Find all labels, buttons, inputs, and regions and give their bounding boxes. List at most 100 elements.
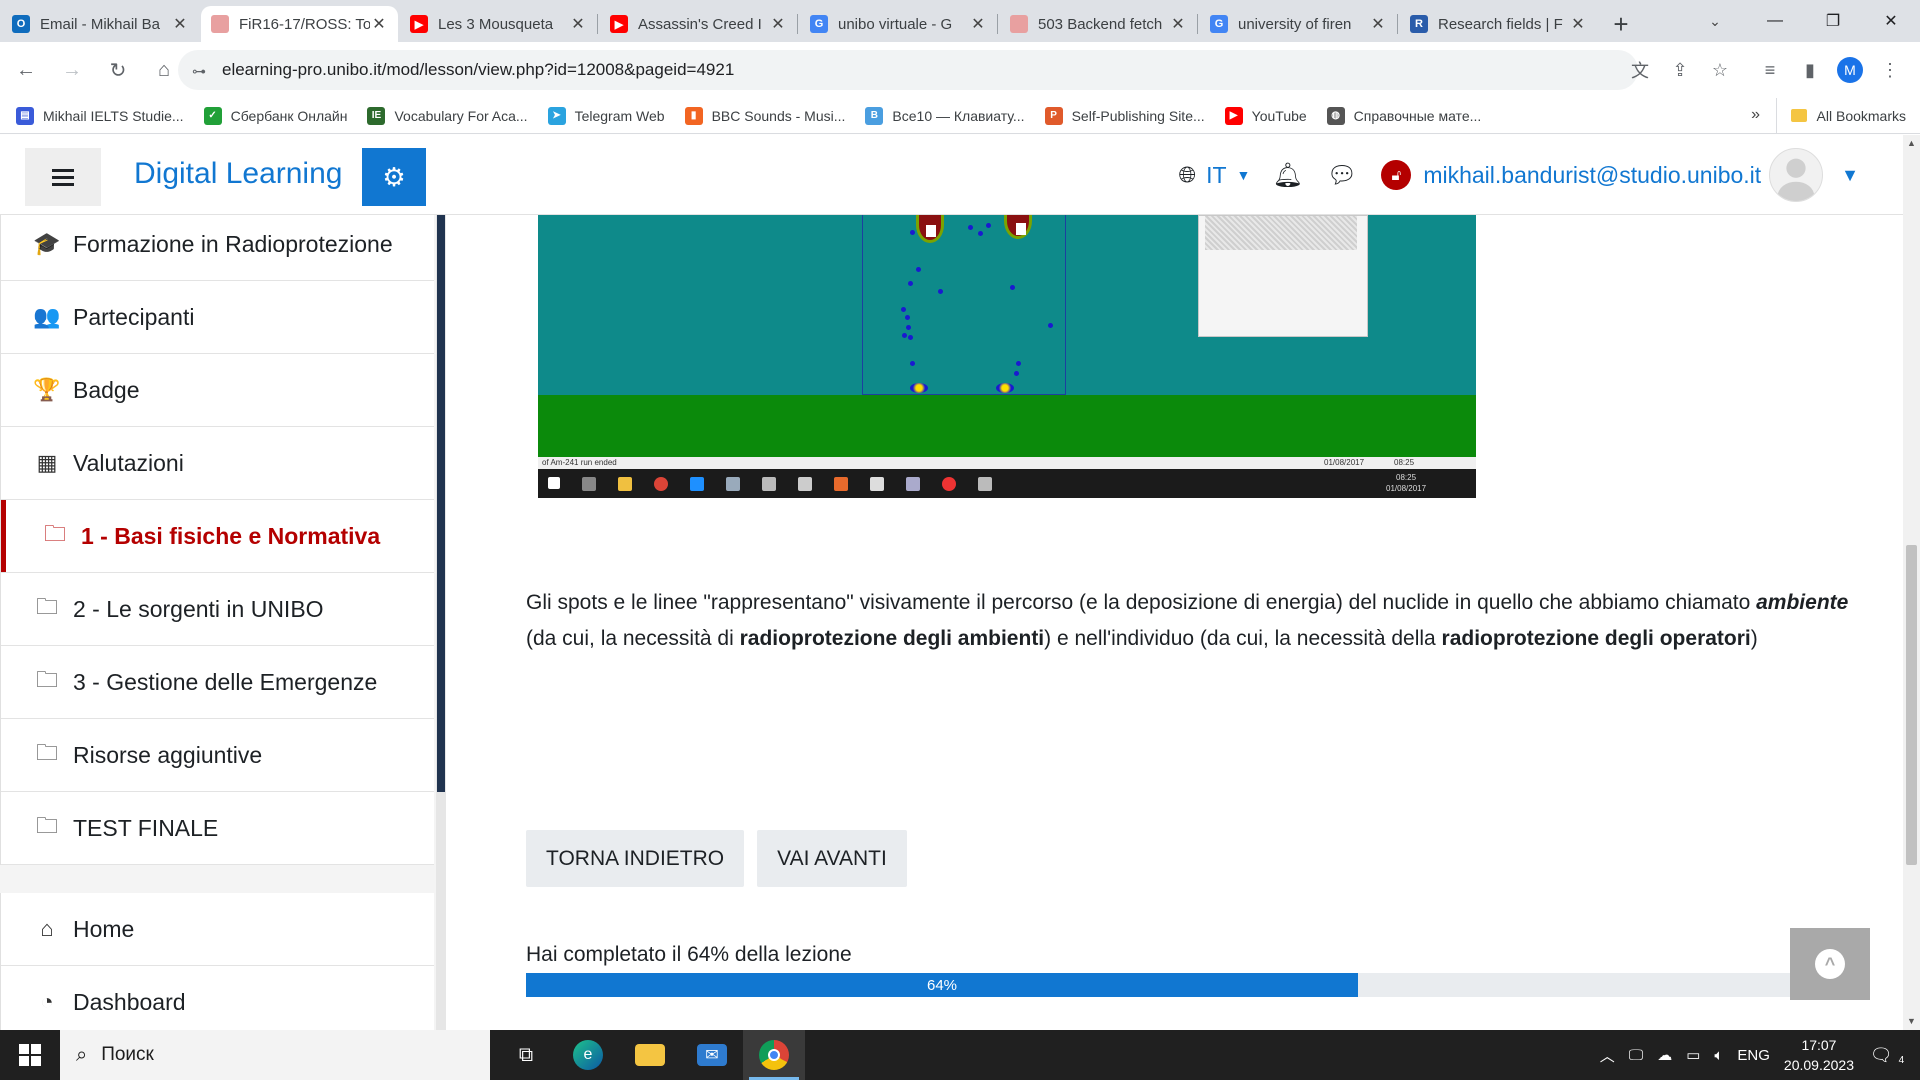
side-panel-icon[interactable]: ▮ <box>1790 50 1830 90</box>
messages-icon[interactable]: 💬︎ <box>1327 161 1357 190</box>
browser-menu-icon[interactable]: ⋮ <box>1870 50 1910 90</box>
address-bar[interactable]: ⊶ elearning-pro.unibo.it/mod/lesson/view… <box>178 50 1638 90</box>
sidebar-item[interactable]: 🗀 1 - Basi fisiche e Normativa <box>1 500 434 573</box>
taskbar-chrome[interactable] <box>743 1030 805 1080</box>
progress-fill: 64% <box>526 973 1358 997</box>
scroll-down-icon[interactable]: ▼ <box>1903 1013 1920 1030</box>
sidebar-item[interactable]: 🎓 Formazione in Radioprotezione <box>1 215 434 281</box>
close-tab-icon[interactable]: ✕ <box>370 14 388 34</box>
network-icon[interactable]: 🖵︎ <box>1629 1047 1643 1064</box>
close-window-button[interactable]: ✕ <box>1862 0 1920 42</box>
reload-icon[interactable]: ↻ <box>98 50 138 90</box>
page-scroll-thumb[interactable] <box>1906 545 1917 865</box>
browser-tab[interactable]: Gunibo virtuale - G ✕ <box>800 6 997 42</box>
bookmark-label: Сбербанк Онлайн <box>230 107 348 124</box>
next-button[interactable]: VAI AVANTI <box>757 830 907 887</box>
input-language[interactable]: ENG <box>1737 1047 1770 1064</box>
close-tab-icon[interactable]: ✕ <box>969 14 987 34</box>
site-info-icon[interactable]: ⊶ <box>192 63 206 79</box>
all-bookmarks-button[interactable]: All Bookmarks <box>1775 98 1906 133</box>
language-menu[interactable]: 🌐︎ IT ▼ <box>1178 162 1250 189</box>
browser-tab[interactable]: O Email - Mikhail Ba ✕ <box>2 6 199 42</box>
avatar[interactable] <box>1769 148 1824 202</box>
bookmark-label: Все10 — Клавиату... <box>892 107 1025 124</box>
task-view-icon: ⧉ <box>518 1043 534 1066</box>
url-text[interactable]: elearning-pro.unibo.it/mod/lesson/view.p… <box>222 60 734 80</box>
taskbar-search[interactable]: ⌕ Поиск <box>60 1030 490 1080</box>
edge-icon: e <box>573 1040 603 1070</box>
bookmark-item[interactable]: ➤ Telegram Web <box>547 106 665 125</box>
volume-icon[interactable]: 🔈︎ <box>1714 1047 1723 1064</box>
sidebar-scroll-thumb[interactable] <box>437 215 445 792</box>
bell-icon[interactable]: 🔔︎ <box>1272 161 1302 190</box>
drawer-toggle-button[interactable] <box>25 148 101 206</box>
close-tab-icon[interactable]: ✕ <box>1169 14 1187 34</box>
bookmark-item[interactable]: ▶ YouTube <box>1224 106 1307 125</box>
taskbar-clock[interactable]: 17:07 20.09.2023 <box>1784 1035 1854 1075</box>
minimize-button[interactable]: — <box>1746 0 1804 42</box>
reading-list-icon[interactable]: ≡ <box>1750 50 1790 90</box>
bookmark-item[interactable]: P Self-Publishing Site... <box>1044 106 1205 125</box>
browser-tab[interactable]: ▶ Assassin's Creed I ✕ <box>600 6 797 42</box>
browser-tab[interactable]: Guniversity of firen ✕ <box>1200 6 1397 42</box>
back-to-top-button[interactable]: ^ <box>1790 928 1870 1000</box>
settings-cog-button[interactable]: ⚙ <box>362 148 426 206</box>
scroll-up-icon[interactable]: ▲ <box>1903 135 1920 152</box>
browser-tab[interactable]: R Research fields | F ✕ <box>1400 6 1597 42</box>
share-icon[interactable]: ⇪ <box>1660 50 1700 90</box>
trophy-icon: 🏆 <box>33 377 61 402</box>
taskbar-search-placeholder: Поиск <box>101 1044 154 1065</box>
sidebar-item[interactable]: ◔ Dashboard <box>1 966 434 1030</box>
sidebar-item[interactable]: 👥 Partecipanti <box>1 281 434 354</box>
user-email[interactable]: mikhail.bandurist@studio.unibo.it <box>1423 162 1761 189</box>
sidebar-item[interactable]: 🏆 Badge <box>1 354 434 427</box>
sidebar-item[interactable]: 🗀 Risorse aggiuntive <box>1 719 434 792</box>
close-tab-icon[interactable]: ✕ <box>1369 14 1387 34</box>
sidebar-item[interactable]: 🗀 TEST FINALE <box>1 792 434 865</box>
task-view-button[interactable]: ⧉ <box>495 1030 557 1080</box>
sidebar-item[interactable]: ⌂ Home <box>1 893 434 966</box>
taskbar-edge[interactable]: e <box>557 1030 619 1080</box>
sidebar-scrollbar[interactable] <box>436 215 446 1030</box>
notification-center-button[interactable]: 🗨︎ 4 <box>1870 1040 1912 1070</box>
sidebar-item[interactable]: ▦ Valutazioni <box>1 427 434 500</box>
maximize-button[interactable]: ❐ <box>1804 0 1862 42</box>
close-tab-icon[interactable]: ✕ <box>1569 14 1587 34</box>
tray-chevron-icon[interactable]: ︿ <box>1600 1045 1615 1066</box>
new-tab-button[interactable]: + <box>1603 6 1639 42</box>
site-name[interactable]: Digital Learning <box>134 157 342 191</box>
bookmarks-overflow-icon[interactable]: » <box>1751 106 1760 124</box>
taskbar-mail[interactable]: ✉ <box>681 1030 743 1080</box>
forward-arrow-icon[interactable]: → <box>52 50 92 90</box>
browser-tab[interactable]: FiR16-17/ROSS: To ✕ <box>201 6 398 42</box>
start-button[interactable] <box>0 1030 60 1080</box>
bookmark-item[interactable]: ▮ BBC Sounds - Musi... <box>684 106 845 125</box>
translate-icon[interactable]: 文 <box>1620 50 1660 90</box>
bookmark-item[interactable]: IE Vocabulary For Aca... <box>367 106 528 125</box>
close-tab-icon[interactable]: ✕ <box>769 14 787 34</box>
taskbar-explorer[interactable] <box>619 1030 681 1080</box>
close-tab-icon[interactable]: ✕ <box>171 14 189 34</box>
tab-search-icon[interactable]: ⌄ <box>1700 8 1730 34</box>
bookmark-item[interactable]: ◍ Справочные мате... <box>1326 106 1481 125</box>
profile-avatar[interactable]: M <box>1837 57 1863 83</box>
bookmark-item[interactable]: ✓ Сбербанк Онлайн <box>203 106 348 125</box>
bookmark-item[interactable]: ▤ Mikhail IELTS Studie... <box>16 106 184 125</box>
browser-tab-strip: O Email - Mikhail Ba ✕ FiR16-17/ROSS: To ✕ ▶ L… <box>0 0 1920 42</box>
back-button[interactable]: TORNA INDIETRO <box>526 830 745 887</box>
onedrive-icon[interactable]: ☁︎ <box>1657 1046 1672 1064</box>
user-menu-caret-icon[interactable]: ▼ <box>1841 165 1859 186</box>
browser-tab[interactable]: 503 Backend fetch ✕ <box>1000 6 1197 42</box>
sidebar-item-label: Formazione in Radioprotezione <box>73 230 393 257</box>
nav-drawer: 🎓 Formazione in Radioprotezione 👥 Partecipa… <box>0 215 446 1030</box>
bookmark-star-icon[interactable]: ☆ <box>1700 50 1740 90</box>
sidebar-item[interactable]: 🗀 2 - Le sorgenti in UNIBO <box>1 573 434 646</box>
close-tab-icon[interactable]: ✕ <box>569 14 587 34</box>
sidebar-item[interactable]: 🗀 3 - Gestione delle Emergenze <box>1 646 434 719</box>
bookmark-item[interactable]: B Все10 — Клавиату... <box>865 106 1025 125</box>
page-scrollbar[interactable]: ▲ ▼ <box>1903 135 1920 1030</box>
browser-tab[interactable]: ▶ Les 3 Mousqueta ✕ <box>400 6 597 42</box>
back-arrow-icon[interactable]: ← <box>6 50 46 90</box>
sidebar-item-label: Valutazioni <box>73 449 184 476</box>
battery-icon[interactable]: ▭ <box>1686 1046 1700 1064</box>
